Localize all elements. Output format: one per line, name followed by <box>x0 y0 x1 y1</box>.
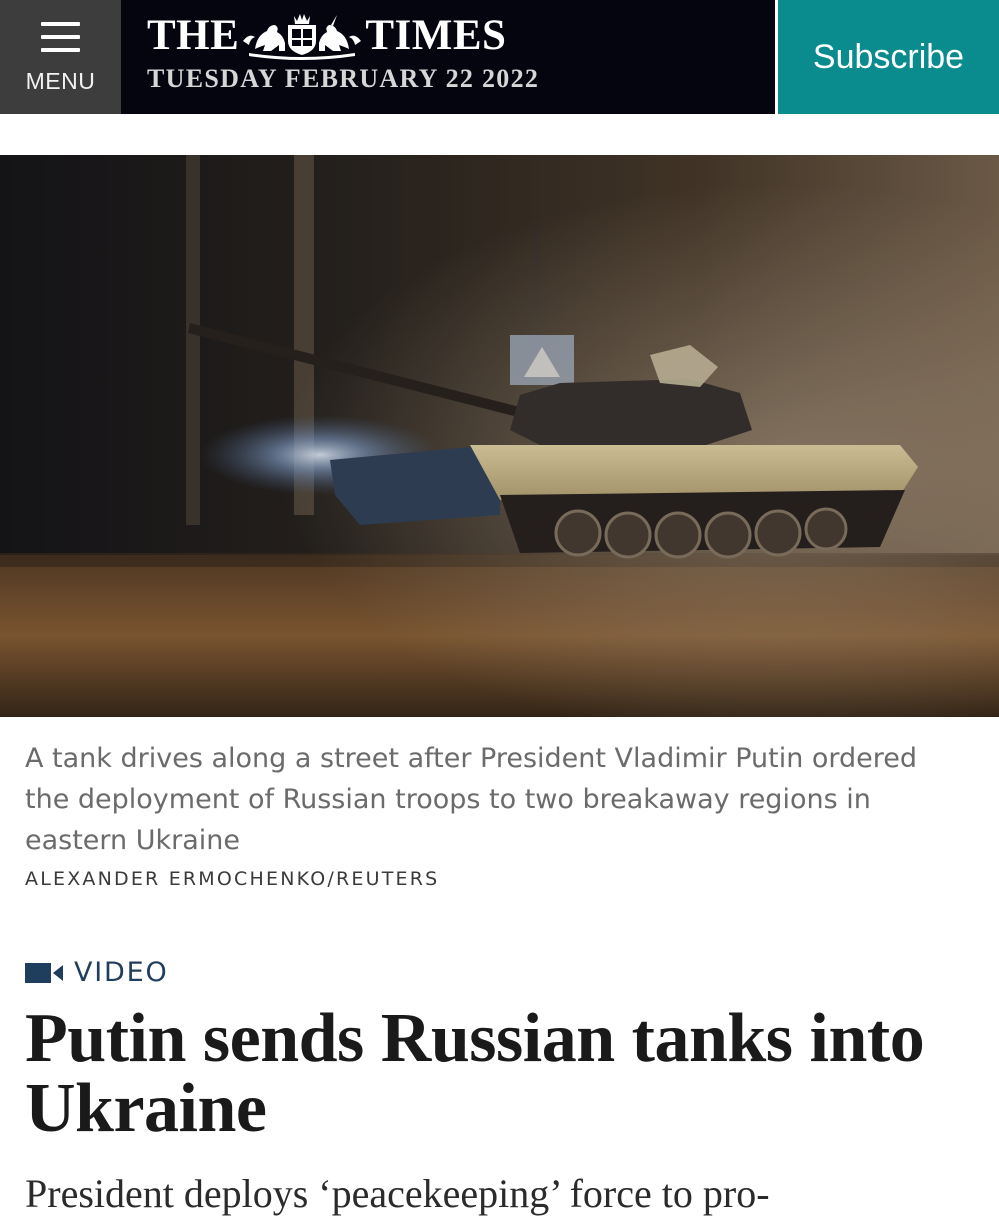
hamburger-icon <box>41 22 80 52</box>
video-tag-label: VIDEO <box>74 957 169 988</box>
menu-button[interactable]: MENU <box>0 0 121 114</box>
site-logo[interactable]: THE TIMES <box>147 10 506 62</box>
article-standfirst: President deploys ‘peacekeeping’ force t… <box>25 1171 770 1216</box>
photo-credit: ALEXANDER ERMOCHENKO/REUTERS <box>25 868 440 890</box>
menu-label: MENU <box>25 68 96 94</box>
video-camera-icon <box>25 962 63 983</box>
subscribe-button[interactable]: Subscribe <box>778 0 999 114</box>
hero-image <box>0 155 999 717</box>
image-caption: A tank drives along a street after Presi… <box>25 743 918 856</box>
video-tag[interactable]: VIDEO <box>25 957 169 988</box>
site-header: MENU THE TIMES TUESDAY FEBRUARY 22 2022 … <box>0 0 999 114</box>
article-headline: Putin sends Russian tanks into Ukraine <box>25 1000 925 1147</box>
logo-word-times: TIMES <box>365 12 507 59</box>
issue-date: TUESDAY FEBRUARY 22 2022 <box>147 64 540 93</box>
royal-crest-icon <box>243 14 362 60</box>
tank-photo <box>0 155 999 717</box>
masthead: THE TIMES TUESDAY FEBRUARY 22 2022 <box>121 0 775 114</box>
logo-word-the: THE <box>147 12 240 59</box>
